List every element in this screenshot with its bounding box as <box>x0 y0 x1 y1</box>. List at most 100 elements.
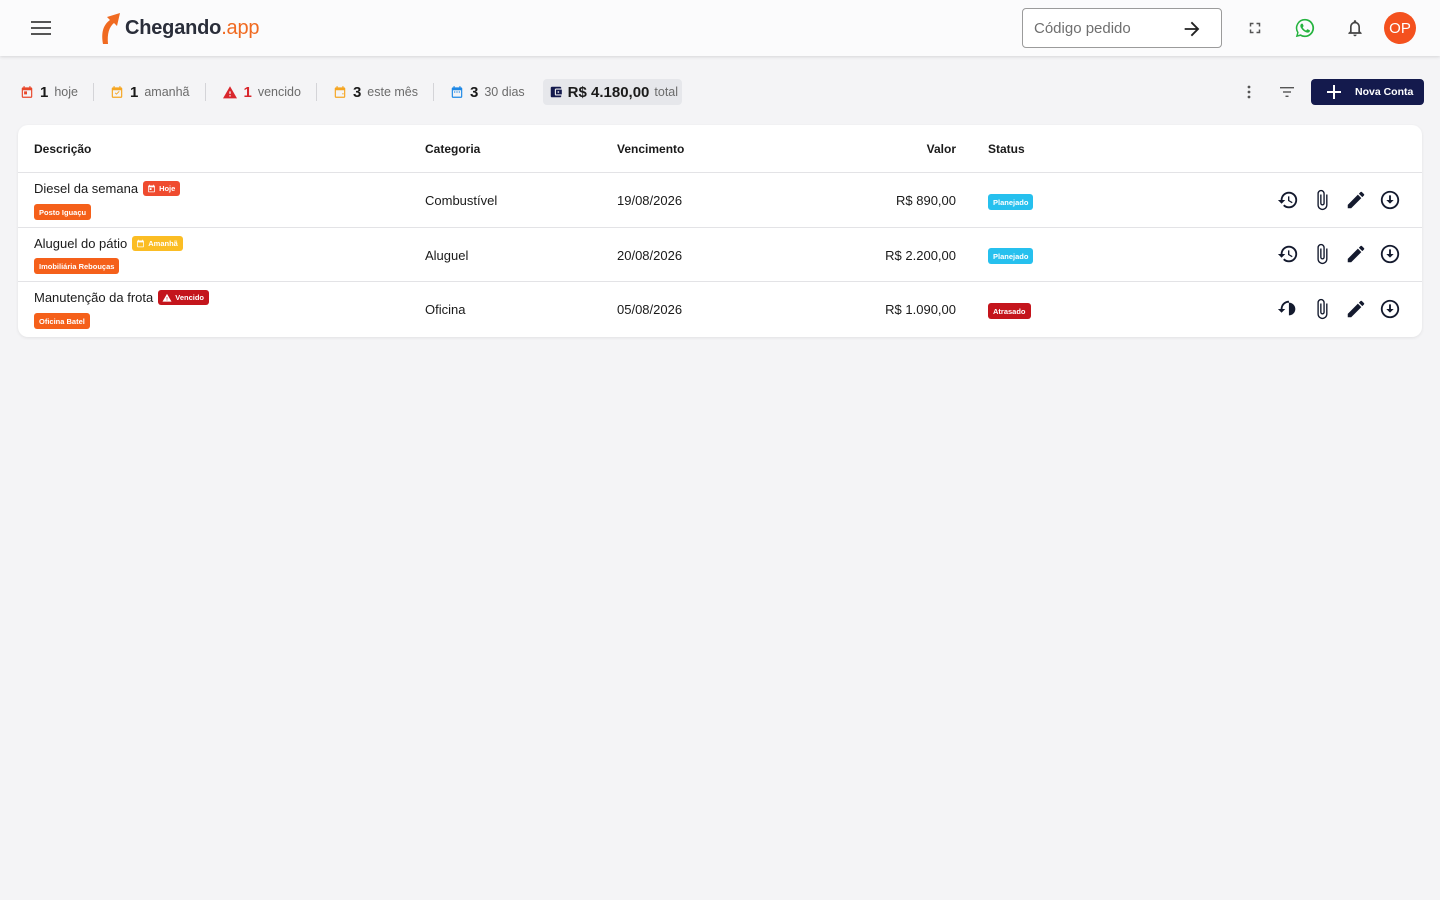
top-app-bar: Chegando.app OP <box>0 0 1440 56</box>
user-avatar[interactable]: OP <box>1384 12 1416 44</box>
paperclip-icon <box>1317 189 1328 211</box>
download-button[interactable] <box>1378 188 1402 212</box>
edit-button[interactable] <box>1344 188 1368 212</box>
menu-button[interactable] <box>24 12 58 44</box>
notifications-button[interactable] <box>1343 16 1367 40</box>
hamburger-menu-icon <box>31 21 51 35</box>
download-circle-icon <box>1380 299 1400 319</box>
summary-total[interactable]: R$ 4.180,00 total <box>542 79 683 105</box>
history-button[interactable] <box>1276 188 1300 212</box>
table-row[interactable]: Aluguel do pátio Amanhã Imobiliária Rebo… <box>18 228 1422 282</box>
due-tomorrow-chip: Amanhã <box>132 236 183 251</box>
row-due-date: 05/08/2026 <box>617 302 683 317</box>
header-categoria[interactable]: Categoria <box>425 142 480 156</box>
download-button[interactable] <box>1378 297 1402 321</box>
whatsapp-icon <box>1295 18 1315 38</box>
status-badge: Planejado <box>988 194 1034 210</box>
paperclip-icon <box>1317 243 1328 265</box>
attachment-button[interactable] <box>1310 242 1334 266</box>
order-code-input[interactable] <box>1034 19 1184 37</box>
download-button[interactable] <box>1378 242 1402 266</box>
supplier-badge[interactable]: Oficina Batel <box>34 313 90 329</box>
more-options-button[interactable] <box>1238 81 1260 103</box>
summary-this-month[interactable]: 3 este mês <box>317 78 435 106</box>
due-chip-label: Hoje <box>159 184 176 193</box>
attachment-button[interactable] <box>1310 297 1334 321</box>
summary-overdue-count: 1 <box>243 83 252 101</box>
description-line: Aluguel do pátio Amanhã <box>34 236 183 251</box>
order-code-field <box>1022 8 1222 48</box>
supplier-badge[interactable]: Posto Iguaçu <box>34 204 92 220</box>
calendar-check-icon <box>111 86 123 98</box>
row-description: Aluguel do pátio <box>34 236 128 251</box>
summary-overdue-label: vencido <box>257 85 301 99</box>
summary-tomorrow-label: amanhã <box>144 85 190 99</box>
history-icon <box>1277 191 1298 209</box>
pencil-icon <box>1347 300 1365 318</box>
summary-tomorrow-count: 1 <box>129 83 139 101</box>
filter-icon <box>1280 87 1294 97</box>
accounts-table: Descrição Categoria Vencimento Valor Sta… <box>18 125 1422 337</box>
summary-today-label: hoje <box>54 85 78 99</box>
row-due-date: 20/08/2026 <box>617 248 683 263</box>
attachment-button[interactable] <box>1310 188 1334 212</box>
summary-overdue[interactable]: 1 vencido <box>206 78 317 106</box>
pencil-icon <box>1347 191 1365 209</box>
history-icon <box>1277 245 1298 263</box>
calendar-today-icon <box>148 184 155 193</box>
row-value: R$ 2.200,00 <box>885 248 956 263</box>
row-due-date: 19/08/2026 <box>617 193 683 208</box>
logo-arrow-icon <box>102 13 120 44</box>
row-category: Oficina <box>425 302 466 317</box>
fullscreen-button[interactable] <box>1243 16 1267 40</box>
summary-tomorrow[interactable]: 1 amanhã <box>94 78 206 106</box>
summary-today-count: 1 <box>40 83 49 101</box>
more-vert-icon <box>1247 85 1251 99</box>
status-badge: Atrasado <box>988 303 1031 319</box>
row-category: Aluguel <box>425 248 469 263</box>
table-row[interactable]: Diesel da semana Hoje Posto Iguaçu Combu… <box>18 173 1422 228</box>
history-button[interactable] <box>1276 297 1300 321</box>
header-vencimento[interactable]: Vencimento <box>617 142 684 156</box>
summary-30-days[interactable]: 3 30 dias <box>434 78 541 106</box>
calendar-check-icon <box>137 239 145 248</box>
table-row[interactable]: Manutenção da frota Vencido Oficina Bate… <box>18 282 1422 337</box>
description-line: Manutenção da frota Vencido <box>34 290 210 305</box>
summary-today[interactable]: 1 hoje <box>20 78 94 106</box>
whatsapp-button[interactable] <box>1293 16 1317 40</box>
warning-icon <box>162 293 172 302</box>
overdue-chip: Vencido <box>158 290 210 305</box>
history-button[interactable] <box>1276 242 1300 266</box>
filter-button[interactable] <box>1276 81 1298 103</box>
bell-icon <box>1348 20 1362 37</box>
summary-total-label: total <box>654 85 679 99</box>
summary-this-month-count: 3 <box>352 83 362 101</box>
calendar-today-icon <box>21 86 33 98</box>
header-valor[interactable]: Valor <box>927 142 956 156</box>
app-logo[interactable]: Chegando.app <box>95 11 260 45</box>
new-account-label: Nova Conta <box>1355 86 1414 98</box>
row-description: Diesel da semana <box>34 181 139 196</box>
header-descricao[interactable]: Descrição <box>34 142 91 156</box>
supplier-badge[interactable]: Imobiliária Rebouças <box>34 258 120 274</box>
header-status[interactable]: Status <box>988 142 1025 156</box>
due-today-chip: Hoje <box>143 181 181 196</box>
history-icon <box>1277 300 1296 316</box>
fullscreen-icon <box>1249 22 1261 34</box>
row-actions <box>1276 188 1412 212</box>
avatar-initials: OP <box>1389 19 1411 37</box>
pencil-icon <box>1347 245 1365 263</box>
description-line: Diesel da semana Hoje <box>34 181 181 196</box>
row-value: R$ 1.090,00 <box>885 302 956 317</box>
paperclip-icon <box>1317 298 1328 320</box>
new-account-button[interactable]: Nova Conta <box>1311 79 1424 105</box>
download-circle-icon <box>1380 244 1400 264</box>
summary-30-days-label: 30 dias <box>484 85 525 99</box>
edit-button[interactable] <box>1344 297 1368 321</box>
edit-button[interactable] <box>1344 242 1368 266</box>
table-header: Descrição Categoria Vencimento Valor Sta… <box>18 125 1422 173</box>
wallet-icon <box>550 86 562 98</box>
calendar-month-icon <box>334 86 346 98</box>
download-circle-icon <box>1380 190 1400 210</box>
arrow-forward-icon[interactable] <box>1181 18 1203 40</box>
